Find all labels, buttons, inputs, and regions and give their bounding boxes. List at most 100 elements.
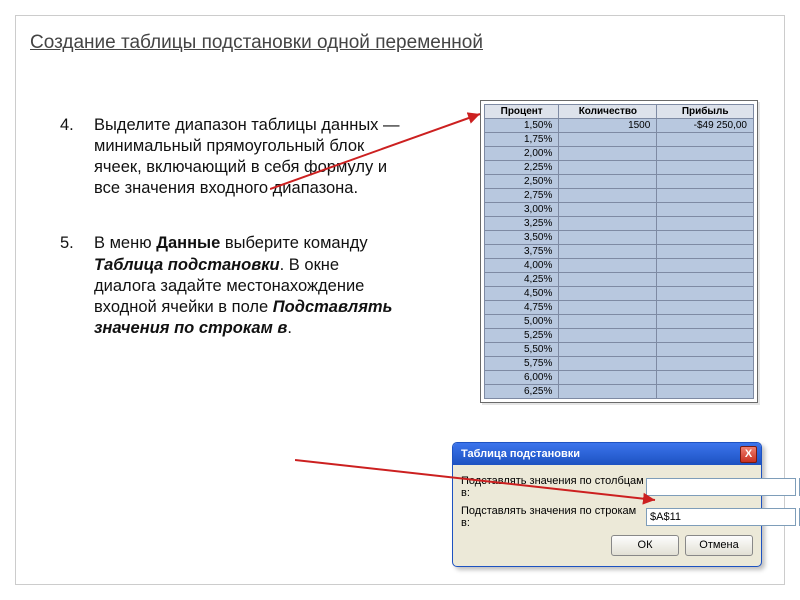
cell-empty [657, 189, 754, 203]
table-row: 3,00% [485, 203, 754, 217]
dialog-titlebar[interactable]: Таблица подстановки X [453, 443, 761, 465]
cell-empty [657, 175, 754, 189]
col-header-percent: Процент [485, 105, 559, 119]
table-row: 5,75% [485, 357, 754, 371]
cancel-button[interactable]: Отмена [685, 535, 753, 556]
cell-pct: 4,50% [485, 287, 559, 301]
cell-empty [559, 147, 657, 161]
table-row: 3,25% [485, 217, 754, 231]
page-title: Создание таблицы подстановки одной перем… [30, 32, 483, 54]
table-row: 2,50% [485, 175, 754, 189]
cell-pct: 6,25% [485, 385, 559, 399]
cell-empty [559, 357, 657, 371]
cell-profit: -$49 250,00 [657, 119, 754, 133]
table-row: 3,75% [485, 245, 754, 259]
cell-empty [657, 371, 754, 385]
cell-empty [559, 133, 657, 147]
cell-pct: 3,25% [485, 217, 559, 231]
input-row-cell[interactable] [646, 508, 796, 526]
cell-empty [559, 245, 657, 259]
dialog-title: Таблица подстановки [461, 448, 580, 460]
table-row: 4,25% [485, 273, 754, 287]
cell-empty [559, 301, 657, 315]
col-header-qty: Количество [559, 105, 657, 119]
cell-empty [657, 203, 754, 217]
table-row: 5,50% [485, 343, 754, 357]
cell-pct: 2,75% [485, 189, 559, 203]
table-row: 3,50% [485, 231, 754, 245]
cell-empty [559, 287, 657, 301]
cell-pct: 5,50% [485, 343, 559, 357]
table-row: 4,00% [485, 259, 754, 273]
cell-pct: 5,75% [485, 357, 559, 371]
cell-pct: 2,25% [485, 161, 559, 175]
cell-empty [657, 301, 754, 315]
cell-pct: 1,50% [485, 119, 559, 133]
table-row: 4,75% [485, 301, 754, 315]
cell-empty [559, 189, 657, 203]
cell-empty [657, 357, 754, 371]
cell-empty [657, 385, 754, 399]
spreadsheet-screenshot: Процент Количество Прибыль 1,50% 1500 -$… [480, 100, 758, 403]
dialog-table-substitution: Таблица подстановки X Подставлять значен… [452, 442, 762, 567]
cell-empty [657, 245, 754, 259]
cell-pct: 3,75% [485, 245, 559, 259]
cell-empty [559, 217, 657, 231]
cell-empty [559, 175, 657, 189]
cell-empty [657, 259, 754, 273]
cell-pct: 5,00% [485, 315, 559, 329]
cell-empty [559, 259, 657, 273]
cell-pct: 1,75% [485, 133, 559, 147]
cell-empty [559, 343, 657, 357]
cell-pct: 4,25% [485, 273, 559, 287]
cell-empty [657, 147, 754, 161]
cell-empty [559, 329, 657, 343]
cell-empty [657, 161, 754, 175]
cell-pct: 6,00% [485, 371, 559, 385]
cell-empty [559, 315, 657, 329]
cell-empty [657, 231, 754, 245]
cell-empty [657, 329, 754, 343]
table-row: 5,25% [485, 329, 754, 343]
cell-empty [657, 273, 754, 287]
table-row: 2,75% [485, 189, 754, 203]
label-substitute-rows: Подставлять значения по строкам в: [461, 505, 646, 529]
table-row: 1,75% [485, 133, 754, 147]
col-header-profit: Прибыль [657, 105, 754, 119]
cell-pct: 2,00% [485, 147, 559, 161]
cell-empty [559, 203, 657, 217]
input-column-cell[interactable] [646, 478, 796, 496]
cell-pct: 3,50% [485, 231, 559, 245]
table-row: 5,00% [485, 315, 754, 329]
list-number-4: 4. [60, 115, 94, 199]
cell-empty [657, 287, 754, 301]
cell-pct: 2,50% [485, 175, 559, 189]
cell-empty [657, 217, 754, 231]
cell-pct: 5,25% [485, 329, 559, 343]
list-number-5: 5. [60, 233, 94, 339]
cell-pct: 4,00% [485, 259, 559, 273]
list-text-5: В меню Данные выберите команду Таблица п… [94, 233, 400, 339]
list-text-4: Выделите диапазон таблицы данных — миним… [94, 115, 400, 199]
cell-empty [559, 231, 657, 245]
table-row: 6,00% [485, 371, 754, 385]
ok-button[interactable]: ОК [611, 535, 679, 556]
cell-empty [559, 371, 657, 385]
cell-empty [559, 161, 657, 175]
table-row: 6,25% [485, 385, 754, 399]
body-text: 4. Выделите диапазон таблицы данных — ми… [60, 115, 400, 373]
label-substitute-columns: Подставлять значения по столбцам в: [461, 475, 646, 499]
table-row: 2,25% [485, 161, 754, 175]
cell-empty [559, 385, 657, 399]
table-row: 4,50% [485, 287, 754, 301]
table-row: 1,50% 1500 -$49 250,00 [485, 119, 754, 133]
table-row: 2,00% [485, 147, 754, 161]
cell-pct: 3,00% [485, 203, 559, 217]
data-table: Процент Количество Прибыль 1,50% 1500 -$… [484, 104, 754, 399]
cell-empty [657, 133, 754, 147]
table-body: 1,50% 1500 -$49 250,00 1,75%2,00%2,25%2,… [485, 119, 754, 399]
close-button[interactable]: X [740, 446, 757, 463]
cell-empty [559, 273, 657, 287]
cell-pct: 4,75% [485, 301, 559, 315]
cell-empty [657, 315, 754, 329]
